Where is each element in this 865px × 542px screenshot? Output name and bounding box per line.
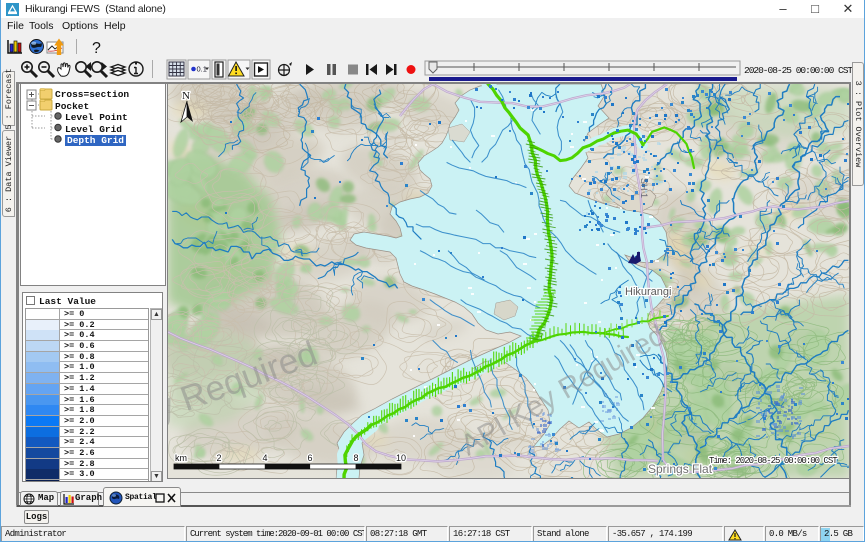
svg-text:6: 6 — [307, 453, 312, 463]
svg-text:2020-08-25 00:00:00 CST: 2020-08-25 00:00:00 CST — [744, 65, 853, 76]
svg-text:Hikurangi: Hikurangi — [625, 286, 671, 298]
svg-text:SH 1: SH 1 — [639, 178, 649, 198]
svg-text:2: 2 — [216, 453, 221, 463]
svg-text:0.1: 0.1 — [197, 65, 207, 74]
svg-text:km: km — [175, 453, 187, 463]
svg-text:10: 10 — [396, 453, 406, 463]
svg-text:N: N — [182, 90, 190, 102]
svg-text:4: 4 — [262, 453, 267, 463]
svg-text:?: ? — [92, 40, 101, 57]
svg-text:Time: 2020-08-25 00:00:00 CST: Time: 2020-08-25 00:00:00 CST — [709, 456, 838, 466]
svg-text:Springs Flat: Springs Flat — [648, 462, 713, 476]
svg-text:8: 8 — [353, 453, 358, 463]
